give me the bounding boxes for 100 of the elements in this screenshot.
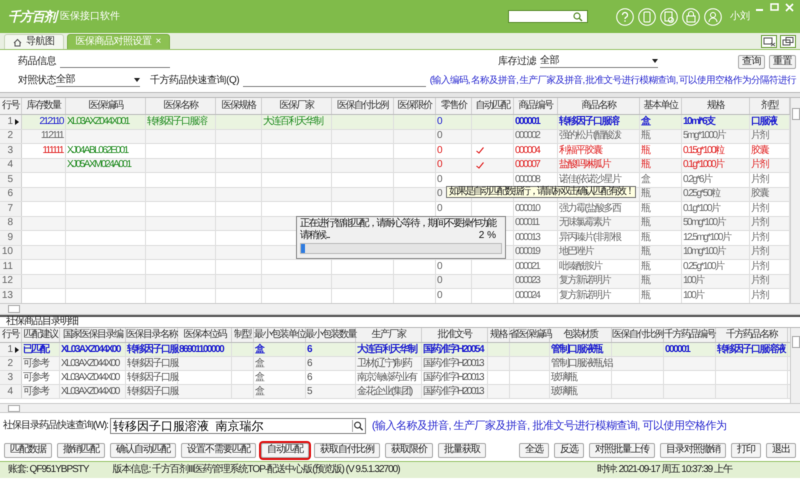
row-number: 3	[7, 372, 13, 382]
table-cell: 片剂	[751, 160, 768, 170]
row-number: 9	[7, 232, 13, 243]
table-cell: 转移因子口服	[127, 372, 178, 382]
table-cell: 转移因子口服	[127, 386, 178, 396]
table-cell: 0	[437, 189, 442, 200]
table-cell: 盒	[255, 372, 264, 382]
table-cell: 管制口服液瓶,铝	[551, 358, 612, 368]
table-cell: 金花企业(集团)	[357, 386, 412, 396]
table-cell: 瓶	[641, 276, 650, 286]
table-cell: 异丙嗪片(非那根	[559, 232, 620, 243]
table-cell: 0	[437, 276, 442, 286]
table-cell: 可参考	[23, 372, 48, 382]
table-cell: 片剂	[751, 174, 768, 185]
row-number: 2	[7, 358, 13, 368]
row-number: 12	[2, 276, 13, 286]
clock-text: 时钟: 2021-09-17 周五 10:37:39 上午	[597, 465, 732, 475]
table-cell: 000004	[515, 146, 540, 156]
field-label: 对照状态	[18, 76, 56, 86]
table-cell: 000019	[515, 247, 540, 258]
tooltip: 如果是自动匹配数据行，请鼠标双击确认匹配有效！	[446, 186, 636, 198]
table-cell: 5	[307, 386, 312, 396]
table-cell: 瓶	[641, 146, 650, 156]
table-cell: 国药准字H20013	[423, 358, 484, 368]
table-cell: 盐酸吗啉胍片	[559, 160, 610, 170]
table-cell: 已匹配	[23, 344, 48, 354]
table-cell: 10mg*100片	[683, 247, 726, 258]
table-cell: 212110	[39, 116, 63, 127]
table-cell: 南京海鲸药业有	[357, 372, 416, 382]
row-number: 2	[7, 131, 13, 142]
table-cell: 片剂	[751, 262, 768, 272]
table-cell: 0	[437, 174, 442, 185]
table-cell: 000021	[515, 262, 540, 272]
row-number: 8	[7, 218, 13, 228]
table-cell: 000001	[665, 344, 690, 354]
table-cell: XL03AXZ044X001	[67, 116, 129, 127]
table-cell: 大连百利天华制	[263, 116, 322, 127]
table-cell: 转移因子口服	[127, 344, 178, 354]
table-cell: 0.15g*100粒	[683, 146, 724, 156]
row-number: 4	[7, 386, 13, 396]
progress-message: 正在进行智能匹配，请耐心等待，期间不要操作功能	[300, 219, 497, 229]
table-cell: 0	[437, 146, 442, 156]
table-cell: 盒	[641, 116, 650, 127]
table-cell: XL03AXZ044X00	[61, 372, 119, 382]
table-cell: 瓶	[641, 131, 650, 142]
table-cell: 吡嗪酰胺片	[559, 262, 602, 272]
table-cell: 强的松片(醋酸泼	[559, 131, 620, 142]
table-cell: 0.1g*1000片	[683, 160, 724, 170]
table-cell: XJ05AXM024A001	[67, 160, 131, 170]
table-cell: 可参考	[23, 358, 48, 368]
row-number: 10	[2, 247, 13, 258]
row-number: 11	[2, 262, 13, 272]
table-cell: 无味氯霉素片	[559, 218, 610, 228]
table-cell: 000011	[515, 218, 539, 228]
table-cell: 胶囊	[751, 189, 768, 200]
table-cell: 000023	[515, 276, 540, 286]
table-cell: 瓶	[641, 262, 650, 272]
row-number: 1	[7, 116, 13, 127]
table-cell: 盒	[641, 174, 650, 185]
table-cell: XL03AXZ044X00	[61, 386, 119, 396]
table-cell: 转移因子口服溶	[147, 116, 206, 127]
column-header: 行号	[0, 98, 22, 114]
table-cell: 盒	[255, 386, 264, 396]
table-cell: 复方新诺明片	[559, 290, 610, 301]
field-label: 社保目录药品快速查询(W):	[3, 421, 108, 431]
table-cell: 玻璃瓶	[551, 386, 576, 396]
row-number: 3	[7, 146, 13, 156]
table-cell: 卫材(辽宁)制药	[357, 358, 412, 368]
column-header: 行号	[0, 328, 22, 342]
table-cell: 0	[437, 262, 442, 272]
table-cell: 可参考	[23, 386, 48, 396]
table-cell: 转移因子口服溶液	[717, 344, 785, 354]
table-cell: 国药准字H20054	[423, 344, 484, 354]
table-cell: 000024	[515, 290, 540, 301]
row-number: 1	[7, 344, 13, 354]
table-cell: 6	[307, 358, 312, 368]
row-number: 13	[2, 290, 13, 301]
table-cell: 000002	[515, 131, 540, 142]
table-cell: 口服液	[751, 116, 776, 127]
table-cell: 0.1g*100片	[683, 204, 720, 214]
table-cell: 瓶	[641, 290, 650, 301]
user-name: 小刘	[730, 12, 750, 22]
table-cell: 胶囊	[751, 146, 768, 156]
table-cell: 0	[437, 160, 442, 170]
row-number: 4	[7, 160, 13, 170]
field-label: 千方药品快速查询(Q)	[150, 76, 240, 86]
table-cell: 瓶	[641, 204, 650, 214]
table-cell: 玻璃瓶	[551, 372, 576, 382]
table-cell: 片剂	[751, 218, 768, 228]
table-cell: 诺佳(依诺沙星片	[559, 174, 620, 185]
table-cell: 0.25g*50粒	[683, 189, 720, 200]
table-cell: 盒	[255, 344, 264, 354]
table-cell: 片剂	[751, 131, 768, 142]
table-cell: 86901100000	[179, 344, 224, 354]
table-cell: 112111	[40, 131, 63, 142]
table-cell: 0	[437, 131, 442, 142]
table-cell: 100片	[683, 290, 704, 301]
field-label: 库存过滤	[498, 56, 536, 66]
row-number: 6	[7, 189, 13, 200]
version-text: 版本信息: 千方百剂III医药管理系统TOP-配送中心版(预览版) (V 9.5.1.32700)	[112, 465, 400, 475]
